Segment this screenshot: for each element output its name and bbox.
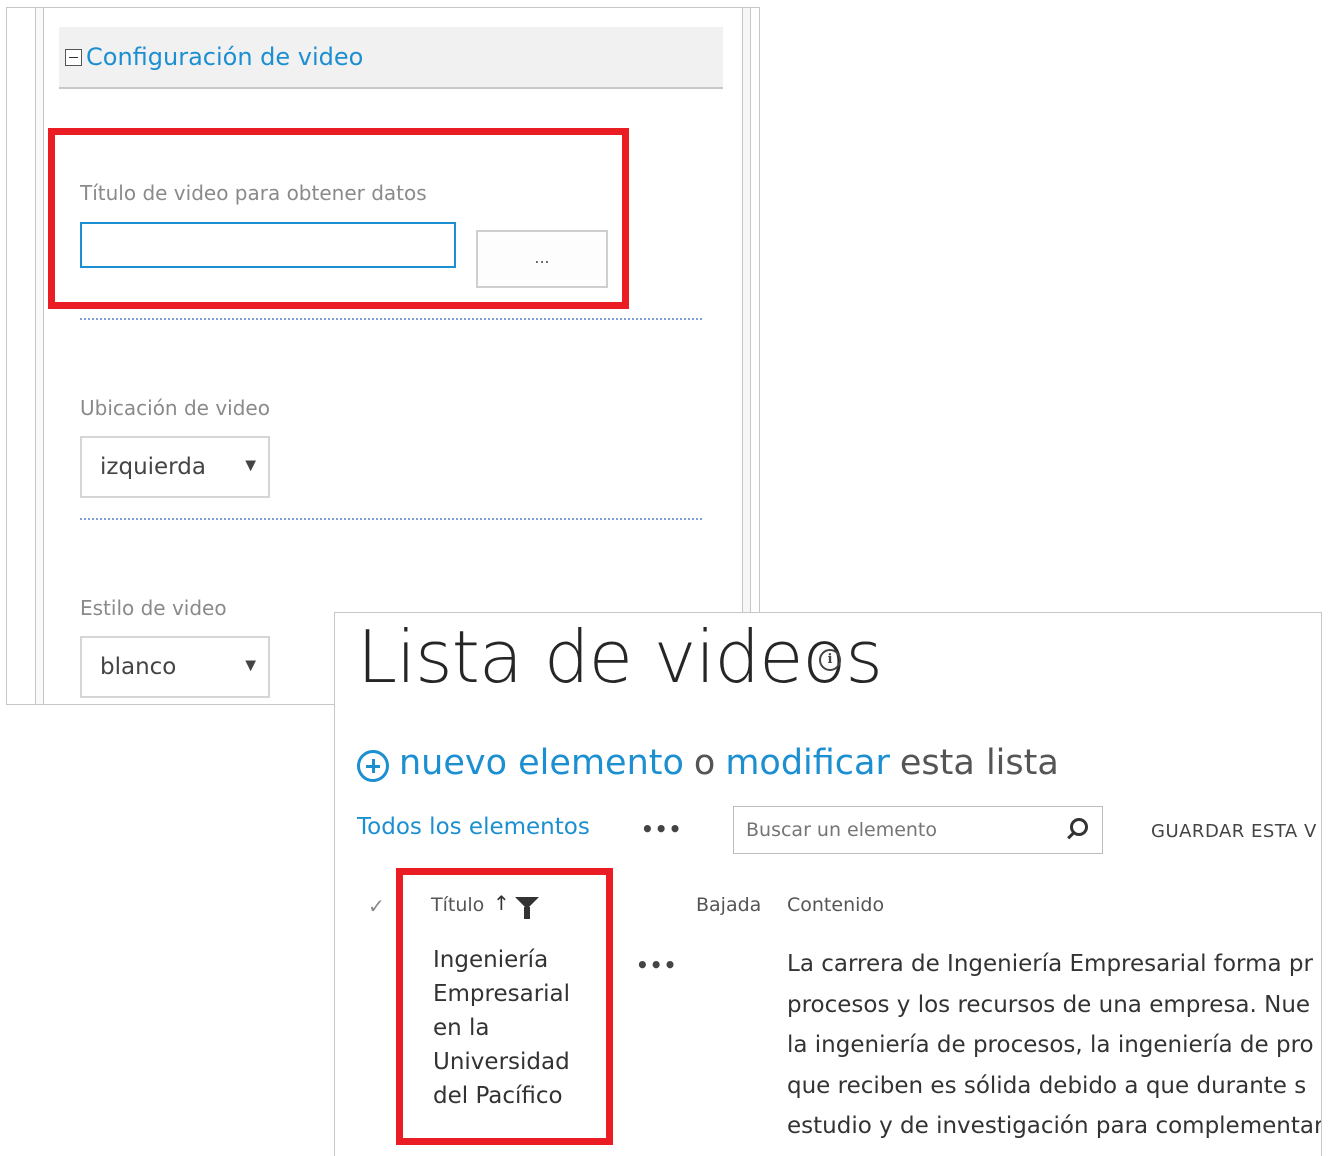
column-header-summary[interactable]: Bajada [696, 894, 761, 916]
panel-scrollbar[interactable] [742, 8, 751, 704]
column-header-content[interactable]: Contenido [787, 894, 884, 916]
select-all-check-icon[interactable]: ✓ [368, 894, 385, 918]
search-input[interactable] [746, 819, 1046, 841]
page-title: Lista de videos [357, 615, 883, 699]
row-content-line: la ingeniería de procesos, la ingeniería… [787, 1032, 1314, 1058]
video-style-select[interactable]: blanco ▼ [80, 636, 270, 698]
video-style-value: blanco [100, 654, 177, 680]
list-command-line: nuevo elemento o modificar esta lista [357, 743, 1059, 783]
row-content-line: estudio y de investigación para compleme… [787, 1113, 1322, 1139]
search-icon[interactable] [1070, 818, 1088, 836]
search-box[interactable] [733, 806, 1103, 854]
or-text: o [693, 743, 716, 783]
row-more-icon[interactable]: ••• [636, 953, 677, 977]
modify-link[interactable]: modificar [725, 743, 890, 783]
view-more-icon[interactable]: ••• [641, 817, 682, 841]
dropdown-arrow-icon: ▼ [245, 457, 256, 474]
highlight-box [396, 868, 613, 1145]
row-content-line: que reciben es sólida debido a que duran… [787, 1072, 1307, 1099]
dropdown-arrow-icon: ▼ [245, 657, 256, 674]
section-title[interactable]: Configuración de video [86, 43, 363, 71]
info-icon[interactable]: i [819, 649, 841, 671]
separator [80, 318, 702, 320]
row-content-line: procesos y los recursos de una empresa. … [787, 991, 1311, 1018]
row-content-line: La carrera de Ingeniería Empresarial for… [787, 951, 1313, 977]
separator [80, 518, 702, 520]
video-location-label: Ubicación de video [80, 396, 270, 420]
video-config-panel: Configuración de video Título de video p… [6, 7, 760, 705]
view-all-items-link[interactable]: Todos los elementos [357, 814, 590, 840]
this-list-text: esta lista [899, 743, 1059, 783]
row-content-cell: La carrera de Ingeniería Empresarial for… [787, 944, 1322, 1147]
highlight-box [48, 128, 629, 309]
video-location-value: izquierda [100, 454, 206, 480]
save-view-button[interactable]: GUARDAR ESTA V [1151, 821, 1317, 842]
collapse-icon[interactable] [65, 48, 82, 66]
add-icon[interactable] [357, 750, 389, 782]
video-location-select[interactable]: izquierda ▼ [80, 436, 270, 498]
video-config-section-header[interactable]: Configuración de video [59, 27, 723, 89]
video-style-label: Estilo de video [80, 596, 227, 620]
new-item-link[interactable]: nuevo elemento [399, 743, 684, 783]
panel-left-rail [35, 8, 44, 704]
